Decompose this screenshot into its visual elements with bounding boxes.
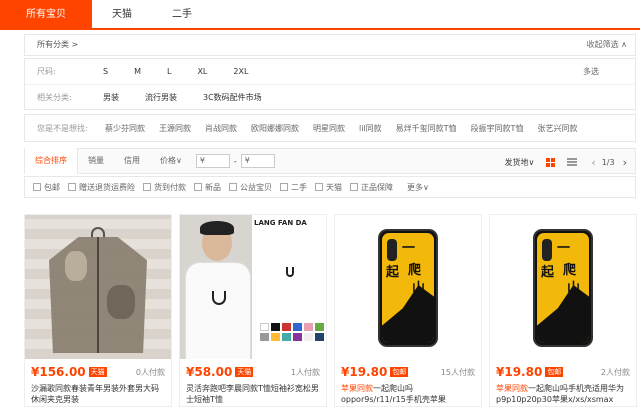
ship-from-dropdown[interactable]: 发货地∨ [504, 157, 534, 168]
product-title[interactable]: 苹果同款一起爬山吗手机壳适用华为p9p10p20p30苹果x/xs/xsmax [496, 383, 630, 405]
product-sales: 1人付款 [290, 367, 320, 377]
product-card[interactable]: ¥156.00 天猫 0人付款 沙漏歌同款春装青年男装外套男大码休闲夹克男装 [24, 214, 172, 407]
related-link[interactable]: 欧阳娜娜同款 [251, 123, 299, 134]
more-filters-button[interactable]: 更多∨ [407, 182, 429, 193]
product-card[interactable]: 一 起 爬 山 吗 ？ ¥19.80 包邮 15人付款 苹果同款一起爬山吗opp… [334, 214, 482, 407]
sort-sales[interactable]: 销量 [78, 148, 114, 174]
checkbox-free-shipping[interactable]: 包邮 [33, 182, 60, 193]
product-image[interactable]: 一 起 爬 山 吗 ？ [490, 215, 636, 359]
product-card[interactable]: 一 起 爬 山 吗 ？ ¥19.80 包邮 2人付款 苹果同款一起爬山吗手机壳适… [489, 214, 637, 407]
price-row: ¥19.80 包邮 15人付款 [341, 364, 475, 380]
product-price: ¥19.80 [341, 365, 388, 379]
view-tools: 发货地∨ ‹ 1/3 › [504, 149, 627, 175]
related-link[interactable]: lil同款 [359, 123, 382, 134]
related-link[interactable]: 易烊千玺同款T恤 [396, 123, 457, 134]
size-option[interactable]: XL [197, 59, 207, 84]
related-searches: 您是不是想找: 蔡少芬同款 王源同款 肖战同款 欧阳娜娜同款 明星同款 lil同… [24, 114, 636, 142]
related-link[interactable]: 明星同款 [313, 123, 345, 134]
related-link[interactable]: 张艺兴同款 [537, 123, 577, 134]
tab-all-items[interactable]: 所有宝贝 [0, 0, 92, 28]
category-option[interactable]: 流行男装 [145, 85, 177, 111]
price-min-input[interactable]: ¥ [195, 154, 230, 168]
page-indicator: 1/3 [601, 157, 615, 167]
product-image[interactable]: 一 起 爬 山 吗 ？ [335, 215, 481, 359]
product-badge: 包邮 [545, 367, 564, 377]
price-dash: - [233, 156, 237, 166]
sort-bar: 综合排序 销量 信用 价格∨ ¥ - ¥ 发货地∨ ‹ 1/3 › [24, 148, 636, 174]
category-filter-row: 相关分类: 男装 流行男装 3C数码配件市场 [25, 85, 635, 111]
price-max-input[interactable]: ¥ [240, 154, 275, 168]
related-link[interactable]: 肖战同款 [205, 123, 237, 134]
prev-page-icon[interactable]: ‹ [591, 156, 595, 169]
size-filter-label: 尺码: [37, 67, 56, 76]
product-sales: 15人付款 [440, 367, 475, 377]
price-row: ¥156.00 天猫 0人付款 [31, 364, 165, 380]
phone-case-image: 一 起 爬 山 吗 ？ [378, 229, 438, 347]
related-link[interactable]: 王源同款 [159, 123, 191, 134]
size-option[interactable]: 2XL [233, 59, 248, 84]
sort-default[interactable]: 综合排序 [25, 148, 78, 174]
checkbox-return-insurance[interactable]: 赠送退货运费险 [68, 182, 135, 193]
product-badge: 天猫 [235, 367, 254, 377]
phone-case-image: 一 起 爬 山 吗 ？ [533, 229, 593, 347]
checkbox-genuine[interactable]: 正品保障 [350, 182, 393, 193]
product-sales: 0人付款 [135, 367, 165, 377]
related-link[interactable]: 蔡少芬同款 [105, 123, 145, 134]
grid-view-icon[interactable] [546, 157, 556, 167]
product-sales: 2人付款 [600, 367, 630, 377]
product-title[interactable]: 灵活奔跑吧李晨同款T恤短袖衫宽松男士短袖T恤 [186, 383, 320, 405]
product-card[interactable]: LANG FAN DA ¥58.00 天猫 1人付款 灵活奔跑吧李晨同款T恤短袖… [179, 214, 327, 407]
list-view-icon[interactable] [567, 158, 578, 166]
tab-tmall[interactable]: 天猫 [92, 0, 152, 28]
price-row: ¥58.00 天猫 1人付款 [186, 364, 320, 380]
category-option[interactable]: 男装 [103, 85, 119, 111]
product-price: ¥58.00 [186, 365, 233, 379]
product-image[interactable] [25, 215, 171, 359]
category-filter-label: 相关分类: [37, 93, 72, 102]
tab-secondhand[interactable]: 二手 [152, 0, 212, 28]
product-image[interactable]: LANG FAN DA [180, 215, 326, 359]
size-filter-row: 尺码: S M L XL 2XL 多选 [25, 59, 635, 85]
category-option[interactable]: 3C数码配件市场 [203, 85, 262, 111]
price-row: ¥19.80 包邮 2人付款 [496, 364, 630, 380]
size-option[interactable]: S [103, 59, 108, 84]
product-badge: 包邮 [390, 367, 409, 377]
category-tabs: 所有宝贝 天猫 二手 [0, 0, 640, 30]
collapse-filter-button[interactable]: 收起筛选 ∧ [587, 35, 627, 55]
checkbox-filters: 包邮 赠送退货运费险 货到付款 新品 公益宝贝 二手 天猫 正品保障 更多∨ [24, 176, 636, 198]
size-option[interactable]: L [167, 59, 171, 84]
product-title[interactable]: 沙漏歌同款春装青年男装外套男大码休闲夹克男装 [31, 383, 165, 405]
related-link[interactable]: 段振宇同款T恤 [471, 123, 524, 134]
product-price: ¥156.00 [31, 365, 86, 379]
product-badge: 天猫 [88, 367, 107, 377]
checkbox-new[interactable]: 新品 [194, 182, 221, 193]
checkbox-tmall[interactable]: 天猫 [315, 182, 342, 193]
sort-credit[interactable]: 信用 [114, 148, 150, 174]
checkbox-cod[interactable]: 货到付款 [143, 182, 186, 193]
checkbox-secondhand[interactable]: 二手 [280, 182, 307, 193]
filter-panel: 尺码: S M L XL 2XL 多选 相关分类: 男装 流行男装 3C数码配件… [24, 58, 636, 110]
product-price: ¥19.80 [496, 365, 543, 379]
breadcrumb: 所有分类 > 收起筛选 ∧ [24, 34, 636, 56]
checkbox-charity[interactable]: 公益宝贝 [229, 182, 272, 193]
product-title[interactable]: 苹果同款一起爬山吗oppor9s/r11/r15手机壳苹果8/7p/6splus… [341, 383, 475, 406]
size-option[interactable]: M [134, 59, 141, 84]
breadcrumb-all-categories[interactable]: 所有分类 > [37, 40, 78, 49]
multi-select-button[interactable]: 多选 [583, 59, 599, 85]
related-label: 您是不是想找: [37, 123, 88, 133]
brand-logo: LANG FAN DA [254, 219, 307, 227]
next-page-icon[interactable]: › [623, 156, 627, 169]
sort-price[interactable]: 价格∨ [150, 148, 192, 174]
